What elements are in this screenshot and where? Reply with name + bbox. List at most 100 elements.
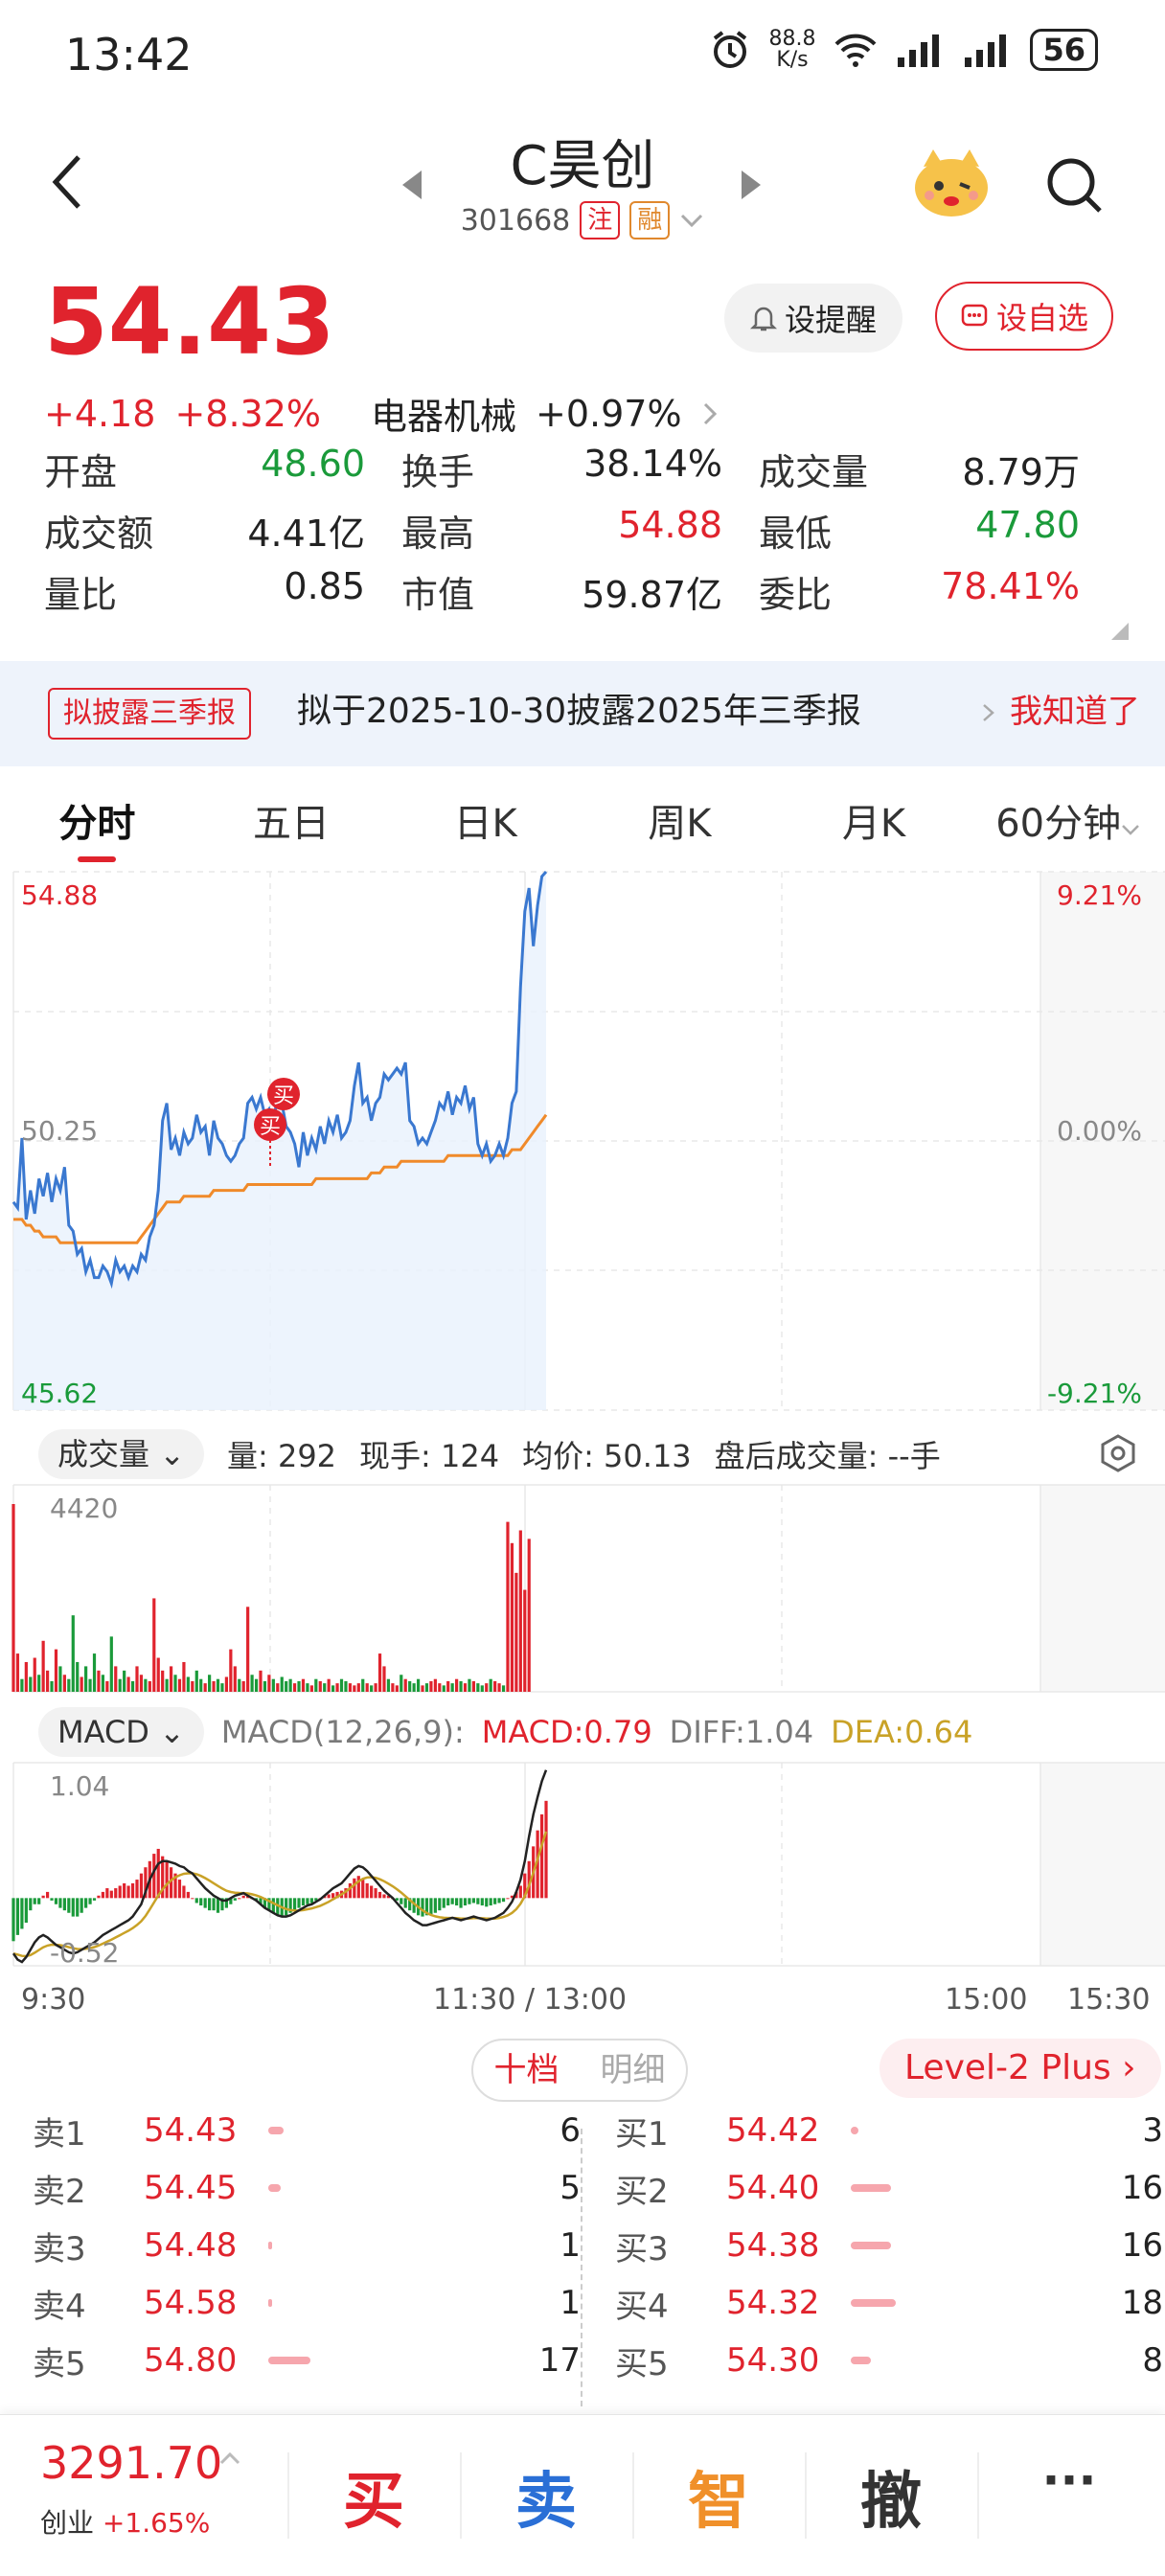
- volume-bar: [288, 1678, 292, 1692]
- ask-level-bar: [268, 2184, 281, 2192]
- ask-level-row[interactable]: 卖5 54.80 17: [33, 2332, 581, 2389]
- volume-bar: [377, 1653, 382, 1692]
- chevron-down-icon[interactable]: [679, 212, 704, 229]
- volume-bar: [348, 1683, 353, 1692]
- ask-level-row[interactable]: 卖2 54.45 5: [33, 2159, 581, 2217]
- set-alert-button[interactable]: 设提醒: [724, 284, 902, 353]
- volume-bar: [335, 1683, 339, 1692]
- add-watchlist-button[interactable]: 设自选: [935, 282, 1113, 351]
- ask-level-price[interactable]: 54.58: [144, 2284, 268, 2322]
- buy-button[interactable]: 买: [287, 2452, 460, 2541]
- tab-trade-detail[interactable]: 明细: [580, 2040, 686, 2100]
- bid-level-volume: 16: [1121, 2169, 1163, 2207]
- depth-divider: [581, 2129, 582, 2406]
- macd-bar: [15, 1898, 20, 1935]
- ask-level-bar: [268, 2127, 284, 2134]
- bid-level-bar-track: [851, 2159, 1004, 2217]
- macd-indicator-selector[interactable]: MACD ⌄: [38, 1707, 204, 1757]
- ask-level-row[interactable]: 卖3 54.48 1: [33, 2217, 581, 2274]
- level2-plus-button[interactable]: Level-2 Plus ›: [879, 2039, 1161, 2098]
- buy-marker-label: 买: [260, 1115, 281, 1139]
- stat-label: 成交量: [759, 451, 869, 493]
- bid-level-row[interactable]: 买5 54.30 8: [615, 2332, 1163, 2389]
- ask-level-row[interactable]: 卖4 54.58 1: [33, 2274, 581, 2332]
- smart-order-button[interactable]: 智: [632, 2452, 805, 2541]
- mascot-icon[interactable]: [910, 144, 993, 220]
- sector-change[interactable]: +0.97%: [536, 393, 682, 435]
- volume-bar: [67, 1678, 71, 1692]
- macd-bar: [11, 1898, 15, 1942]
- stats-row-1: 开盘 48.60 换手 38.14% 成交量 8.79万: [44, 443, 1117, 504]
- stat-value: 8.79万: [962, 451, 1080, 493]
- expand-corner-icon[interactable]: [1111, 623, 1129, 640]
- volume-bar: [203, 1683, 207, 1692]
- more-button[interactable]: ···: [983, 2452, 1155, 2508]
- volume-bar: [139, 1675, 144, 1692]
- chevron-right-icon[interactable]: [701, 400, 719, 427]
- ask-level-price[interactable]: 54.45: [144, 2169, 268, 2207]
- ask-level-row[interactable]: 卖1 54.43 6: [33, 2102, 581, 2159]
- volume-bar: [489, 1678, 492, 1692]
- stat-value: 47.80: [975, 504, 1080, 546]
- bell-icon: [749, 307, 777, 331]
- macd-bar: [450, 1898, 454, 1904]
- macd-bar: [135, 1880, 139, 1899]
- volume-bar: [280, 1676, 284, 1692]
- afterhours-shade-macd: [1040, 1763, 1165, 1966]
- macd-bar: [442, 1898, 445, 1908]
- bid-level-bar: [851, 2184, 891, 2192]
- ask-level-price[interactable]: 54.80: [144, 2341, 268, 2380]
- volume-bar: [382, 1666, 386, 1692]
- stock-code: 301668: [460, 203, 571, 238]
- tab-five-day[interactable]: 五日: [194, 786, 389, 862]
- macd-bar: [544, 1800, 548, 1899]
- stat-label: 换手: [401, 451, 475, 493]
- volume-indicator-selector[interactable]: 成交量 ⌄: [38, 1429, 204, 1479]
- volume-bar: [400, 1675, 403, 1692]
- tab-monthly-k[interactable]: 月K: [777, 786, 971, 862]
- settings-hexagon-icon[interactable]: [1098, 1433, 1138, 1473]
- macd-bar: [130, 1882, 135, 1899]
- volume-bar: [497, 1683, 501, 1692]
- bid-level-price[interactable]: 54.38: [726, 2226, 851, 2265]
- index-value[interactable]: 3291.70: [40, 2437, 222, 2489]
- volume-bar: [114, 1666, 118, 1692]
- chevron-up-icon[interactable]: [218, 2451, 241, 2466]
- notice-text: 拟于2025-10-30披露2025年三季报: [297, 692, 861, 731]
- bid-level-price[interactable]: 54.32: [726, 2284, 851, 2322]
- bid-level-volume: 8: [1142, 2341, 1163, 2380]
- bid-level-row[interactable]: 买3 54.38 16: [615, 2217, 1163, 2274]
- volume-bar: [156, 1657, 160, 1692]
- bid-level-price[interactable]: 54.30: [726, 2341, 851, 2380]
- sell-button[interactable]: 卖: [460, 2452, 632, 2541]
- tab-weekly-k[interactable]: 周K: [582, 786, 777, 862]
- search-icon[interactable]: [1044, 155, 1106, 217]
- volume-bar: [20, 1678, 24, 1692]
- ask-level-price[interactable]: 54.48: [144, 2226, 268, 2265]
- volume-bar: [199, 1678, 203, 1692]
- next-stock-icon[interactable]: [740, 169, 765, 201]
- volume-bar: [238, 1678, 241, 1692]
- macd-bar: [468, 1898, 471, 1904]
- bid-level-row[interactable]: 买4 54.32 18: [615, 2274, 1163, 2332]
- bid-level-bar-track: [851, 2217, 1004, 2274]
- sector-name[interactable]: 电器机械: [371, 387, 516, 440]
- notice-dismiss-link[interactable]: 我知道了: [1010, 688, 1140, 736]
- volume-bar: [233, 1666, 237, 1692]
- cancel-order-button[interactable]: 撤: [805, 2452, 977, 2541]
- bid-level-bar: [851, 2299, 896, 2307]
- macd-bar: [356, 1876, 360, 1899]
- bid-level-price[interactable]: 54.40: [726, 2169, 851, 2207]
- bid-level-row[interactable]: 买1 54.42 3: [615, 2102, 1163, 2159]
- tab-60min[interactable]: 60分钟: [971, 786, 1165, 862]
- tab-ten-levels[interactable]: 十档: [473, 2040, 580, 2100]
- ask-level-price[interactable]: 54.43: [144, 2111, 268, 2150]
- volume-bar: [186, 1676, 190, 1692]
- tab-intraday[interactable]: 分时: [0, 786, 194, 862]
- bid-level-row[interactable]: 买2 54.40 16: [615, 2159, 1163, 2217]
- bid-level-price[interactable]: 54.42: [726, 2111, 851, 2150]
- macd-bar: [152, 1854, 156, 1899]
- macd-bar: [92, 1898, 97, 1901]
- tab-daily-k[interactable]: 日K: [388, 786, 582, 862]
- stat-value: 4.41亿: [247, 513, 365, 555]
